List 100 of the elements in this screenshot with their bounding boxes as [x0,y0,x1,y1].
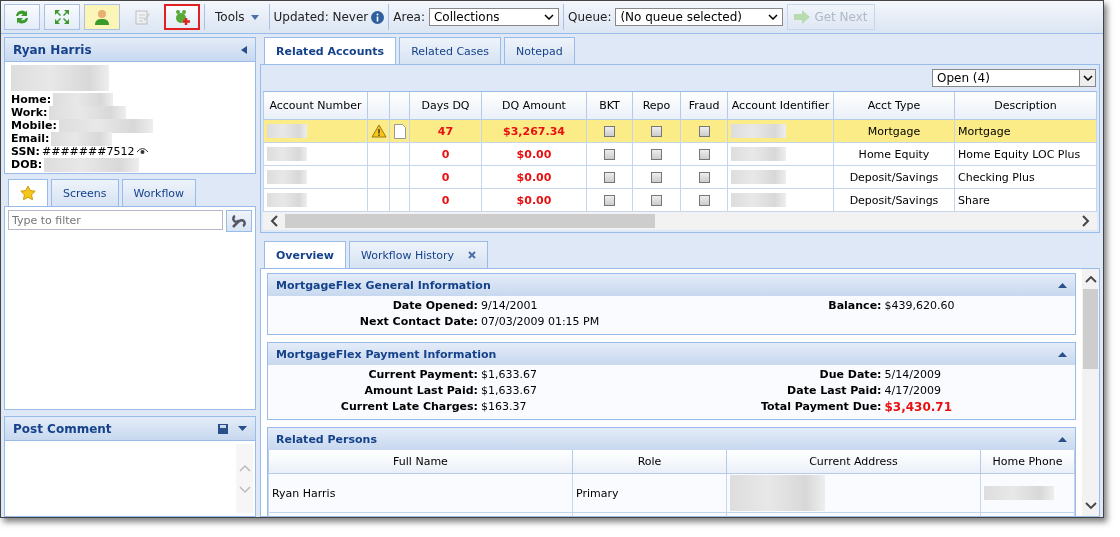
field-value: $163.37 [480,399,528,415]
field-value: 5/14/2009 [883,367,942,383]
arrow-right-icon [794,10,811,24]
table-cell: Deposit/Savings [833,188,955,212]
status-dropdown[interactable]: Open (4) [932,69,1096,87]
checkbox[interactable] [651,195,662,206]
horizontal-scrollbar[interactable] [263,212,1097,230]
chevron-down-icon [768,14,779,20]
vertical-scrollbar[interactable] [1082,269,1099,516]
checkbox[interactable] [698,126,710,137]
field-label: Date Opened: [391,298,478,314]
collapse-icon[interactable] [1058,282,1067,288]
checkbox[interactable] [604,149,615,160]
queue-dropdown[interactable]: (No queue selected) [615,8,784,26]
field-label: Amount Last Paid: [363,383,478,399]
tab[interactable]: Related Accounts [264,37,397,64]
table-cell: Checking Plus [954,165,1097,189]
table-cell: Primary [572,473,727,513]
panel-tab[interactable]: Workflow [121,179,197,206]
refresh-button[interactable] [4,4,40,30]
redacted-block [267,124,307,138]
checkbox[interactable] [651,172,662,183]
expand-button[interactable] [44,4,80,30]
person-button[interactable] [84,4,120,30]
column-header[interactable]: DQ Amount [481,92,587,120]
field-label: Due Date: [818,367,882,383]
checkbox[interactable] [604,172,615,183]
table-cell: Ryan Harris [268,473,573,513]
chevron-left-icon[interactable] [269,215,279,227]
table-cell: $0.00 [481,165,587,189]
column-header[interactable]: Account Number [263,92,368,120]
tab[interactable]: Workflow History [349,241,489,268]
filter-input[interactable]: Type to filter [8,210,223,230]
redacted-block [731,147,786,161]
field-value: #######7512 [41,145,135,158]
checkbox[interactable] [698,149,710,160]
section-header[interactable]: MortgageFlex General Information [268,274,1075,296]
table-row[interactable]: 0 $0.00 Deposit/Savings Checking Plus [263,165,1097,189]
chevron-down-icon[interactable] [1084,502,1097,510]
caret-icon [250,14,259,20]
column-header[interactable]: BKT [586,92,633,120]
caret-icon[interactable] [238,426,247,431]
table-cell: Mortgage [833,119,955,143]
column-header[interactable]: Description [954,92,1097,120]
eye-icon[interactable] [136,147,150,156]
column-header[interactable]: Account Identifier [727,92,834,120]
column-header[interactable]: Acct Type [833,92,955,120]
table-cell: Share [954,188,1097,212]
column-header[interactable]: Role [572,450,727,474]
updated-label: Updated: Never [273,10,369,24]
table-row[interactable]: 0 $0.00 Deposit/Savings Share [263,188,1097,212]
redacted-block [731,170,786,184]
column-header[interactable]: Repo [632,92,681,120]
tab[interactable]: Related Cases [399,37,502,64]
table-cell: 0 [409,165,482,189]
checkbox[interactable] [651,126,662,137]
section-title: MortgageFlex Payment Information [276,347,497,361]
table-row[interactable]: 0 $0.00 Home Equity Home Equity LOC Plus [263,142,1097,166]
column-header[interactable]: Fraud [680,92,728,120]
chevron-right-icon[interactable] [1081,215,1091,227]
redacted-block [731,193,786,207]
area-dropdown[interactable]: Collections [428,8,559,26]
post-comment-title: Post Comment [13,421,112,436]
tab[interactable]: Notepad [504,37,575,64]
frog-plus-icon [173,8,191,26]
panel-tab[interactable]: Screens [51,179,119,206]
column-header[interactable]: Full Name [268,450,573,474]
checkbox[interactable] [604,126,615,137]
tab[interactable]: Overview [264,241,346,268]
checkbox[interactable] [604,195,615,206]
tools-button[interactable] [226,210,252,232]
table-row[interactable]: 47 $3,267.34 Mortgage Mortgage [263,119,1097,143]
section-title: MortgageFlex General Information [276,278,491,292]
column-header[interactable]: Current Address [726,450,981,474]
favorites-tab[interactable] [8,179,48,206]
checkbox[interactable] [698,195,710,206]
area-label: Area: [393,10,425,24]
field-value: $3,430.71 [883,399,954,415]
chevron-up-icon[interactable] [1084,275,1097,283]
checkbox[interactable] [651,149,662,160]
checkbox[interactable] [698,172,710,183]
table-cell: Home Equity [833,142,955,166]
section-header[interactable]: Related Persons [268,428,1075,450]
collapse-icon[interactable] [1058,351,1067,357]
table-cell: Mortgage [954,119,1097,143]
customer-name: Ryan Harris [13,42,92,57]
field-label: Email: [11,132,50,145]
column-header[interactable]: Home Phone [980,450,1075,474]
close-icon[interactable] [468,251,477,259]
info-icon[interactable] [371,10,385,24]
field-label: DOB: [11,158,43,171]
tools-menu-button[interactable]: Tools [209,10,265,24]
document-icon[interactable] [393,123,406,139]
save-icon[interactable] [218,423,228,434]
collapse-left-icon[interactable] [241,45,247,54]
table-cell: Deposit/Savings [833,165,955,189]
add-button[interactable] [164,4,200,30]
section-header[interactable]: MortgageFlex Payment Information [268,343,1075,365]
collapse-icon[interactable] [1058,436,1067,442]
column-header[interactable]: Days DQ [409,92,482,120]
